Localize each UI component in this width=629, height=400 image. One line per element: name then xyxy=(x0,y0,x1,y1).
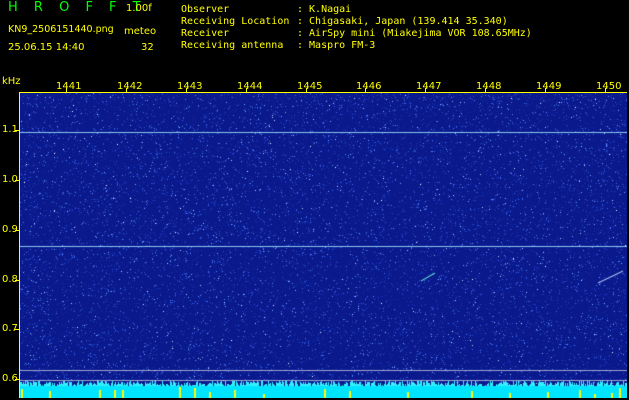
x-tick-label: 1443 xyxy=(177,81,203,92)
x-tick-label: 1450 xyxy=(596,81,622,92)
x-tick-label: 1445 xyxy=(297,81,323,92)
location-label: Receiving Location xyxy=(181,16,290,27)
x-tick-label: 1447 xyxy=(416,81,442,92)
x-tick-mark xyxy=(66,88,67,93)
spectrogram-waterfall xyxy=(19,92,627,398)
x-tick-label: 1442 xyxy=(117,81,143,92)
y-tick-mark xyxy=(15,379,20,380)
x-tick-mark xyxy=(365,88,366,93)
x-tick-mark xyxy=(306,88,307,93)
x-tick-label: 1449 xyxy=(536,81,562,92)
meteor-count: 32 xyxy=(141,42,154,53)
y-tick-mark xyxy=(15,329,20,330)
x-tick-label: 1441 xyxy=(56,81,82,92)
x-tick-mark xyxy=(186,88,187,93)
observer-label: Observer xyxy=(181,4,230,15)
observer-value: : K.Nagai xyxy=(297,4,352,15)
x-axis-line xyxy=(19,92,627,93)
y-axis-unit: kHz xyxy=(2,76,21,87)
y-tick-mark xyxy=(15,280,20,281)
x-tick-mark xyxy=(605,88,606,93)
x-tick-label: 1444 xyxy=(237,81,263,92)
antenna-label: Receiving antenna xyxy=(181,40,284,51)
x-tick-label: 1446 xyxy=(356,81,382,92)
receiver-label: Receiver xyxy=(181,28,230,39)
x-tick-label: 1448 xyxy=(476,81,502,92)
antenna-value: : Maspro FM-3 xyxy=(297,40,376,51)
y-axis-line xyxy=(19,92,20,398)
capture-datetime: 25.06.15 14:40 xyxy=(8,42,85,53)
location-value: : Chigasaki, Japan (139.414 35.340) xyxy=(297,16,508,27)
x-tick-mark xyxy=(545,88,546,93)
y-tick-mark xyxy=(15,130,20,131)
y-tick-mark xyxy=(15,230,20,231)
meteo-label: meteo xyxy=(124,26,157,37)
image-filename: KN9_2506151440.png xyxy=(8,24,114,35)
header-panel: H R O F F T 1.00f KN9_2506151440.png met… xyxy=(0,0,629,74)
x-tick-mark xyxy=(425,88,426,93)
x-tick-mark xyxy=(246,88,247,93)
y-tick-mark xyxy=(15,180,20,181)
app-version: 1.00f xyxy=(126,3,152,14)
receiver-value: : AirSpy mini (Miakejima VOR 108.65MHz) xyxy=(297,28,532,39)
x-tick-mark xyxy=(485,88,486,93)
x-tick-mark xyxy=(126,88,127,93)
